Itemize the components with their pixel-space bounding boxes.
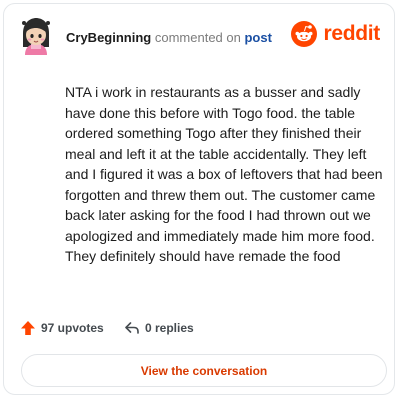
- reply-arrow-icon: [125, 322, 139, 334]
- comment-card: CryBeginning commented on post reddit NT…: [3, 3, 395, 395]
- comment-header: CryBeginning commented on post reddit: [18, 17, 380, 57]
- upvote-button[interactable]: 97 upvotes: [20, 320, 104, 336]
- reddit-icon: [291, 21, 318, 47]
- author-name[interactable]: CryBeginning: [66, 30, 151, 45]
- arrow-up-icon: [21, 321, 35, 335]
- upvote-count: 97 upvotes: [41, 321, 104, 335]
- comment-actions: 97 upvotes 0 replies: [20, 320, 320, 340]
- comment-body: NTA i work in restaurants as a busser an…: [65, 84, 383, 264]
- reddit-logo[interactable]: reddit: [291, 21, 380, 47]
- replies-button[interactable]: 0 replies: [124, 320, 194, 336]
- reply-count: 0 replies: [145, 321, 194, 335]
- post-link[interactable]: post: [244, 30, 271, 45]
- avatar-icon: [22, 18, 50, 55]
- brand-wordmark: reddit: [323, 22, 380, 45]
- comment-byline: CryBeginning commented on post: [66, 30, 272, 45]
- action-text: commented on: [154, 30, 241, 45]
- view-conversation-button[interactable]: View the conversation: [21, 354, 387, 387]
- user-avatar[interactable]: [18, 17, 54, 57]
